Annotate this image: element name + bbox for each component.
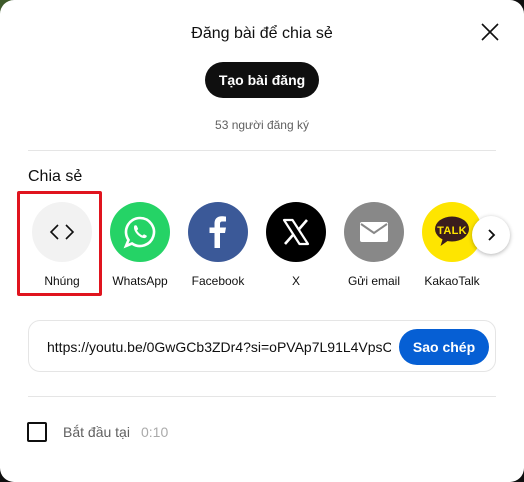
- subscriber-count: 53 người đăng ký: [215, 118, 309, 132]
- share-label: Gửi email: [347, 274, 401, 288]
- share-label: Facebook: [191, 274, 245, 288]
- share-label: X: [291, 274, 300, 288]
- facebook-icon: [188, 202, 248, 262]
- share-targets: Nhúng WhatsApp Facebook X Gửi email TALK…: [0, 198, 524, 298]
- chevron-right-icon: [488, 229, 496, 241]
- dialog-title: Đăng bài để chia sẻ: [191, 25, 333, 42]
- share-whatsapp[interactable]: WhatsApp: [100, 202, 180, 288]
- share-x[interactable]: X: [256, 202, 336, 288]
- share-url-box: https://youtu.be/0GwGCb3ZDr4?si=oPVAp7L9…: [28, 320, 496, 372]
- create-post-button[interactable]: Tạo bài đăng: [205, 62, 319, 98]
- share-next-button[interactable]: [472, 216, 510, 254]
- start-at-label: Bắt đầu tại: [63, 424, 130, 440]
- share-dialog: Đăng bài để chia sẻ Tạo bài đăng 53 ngườ…: [0, 0, 524, 482]
- share-label: WhatsApp: [112, 274, 168, 288]
- share-embed[interactable]: Nhúng: [22, 202, 102, 288]
- close-button[interactable]: [476, 18, 504, 46]
- x-icon: [266, 202, 326, 262]
- close-icon: [481, 23, 499, 41]
- share-url-text[interactable]: https://youtu.be/0GwGCb3ZDr4?si=oPVAp7L9…: [47, 339, 391, 355]
- whatsapp-icon: [110, 202, 170, 262]
- start-at-time[interactable]: 0:10: [141, 424, 168, 440]
- embed-code-icon: [32, 202, 92, 262]
- copy-button[interactable]: Sao chép: [399, 329, 489, 365]
- share-label: Nhúng: [44, 274, 80, 288]
- divider: [28, 150, 496, 151]
- email-icon: [344, 202, 404, 262]
- share-label: KakaoTalk: [424, 274, 480, 288]
- divider: [28, 396, 496, 397]
- share-facebook[interactable]: Facebook: [178, 202, 258, 288]
- share-section-title: Chia sẻ: [28, 168, 83, 185]
- share-email[interactable]: Gửi email: [334, 202, 414, 288]
- start-at-checkbox[interactable]: [27, 422, 47, 442]
